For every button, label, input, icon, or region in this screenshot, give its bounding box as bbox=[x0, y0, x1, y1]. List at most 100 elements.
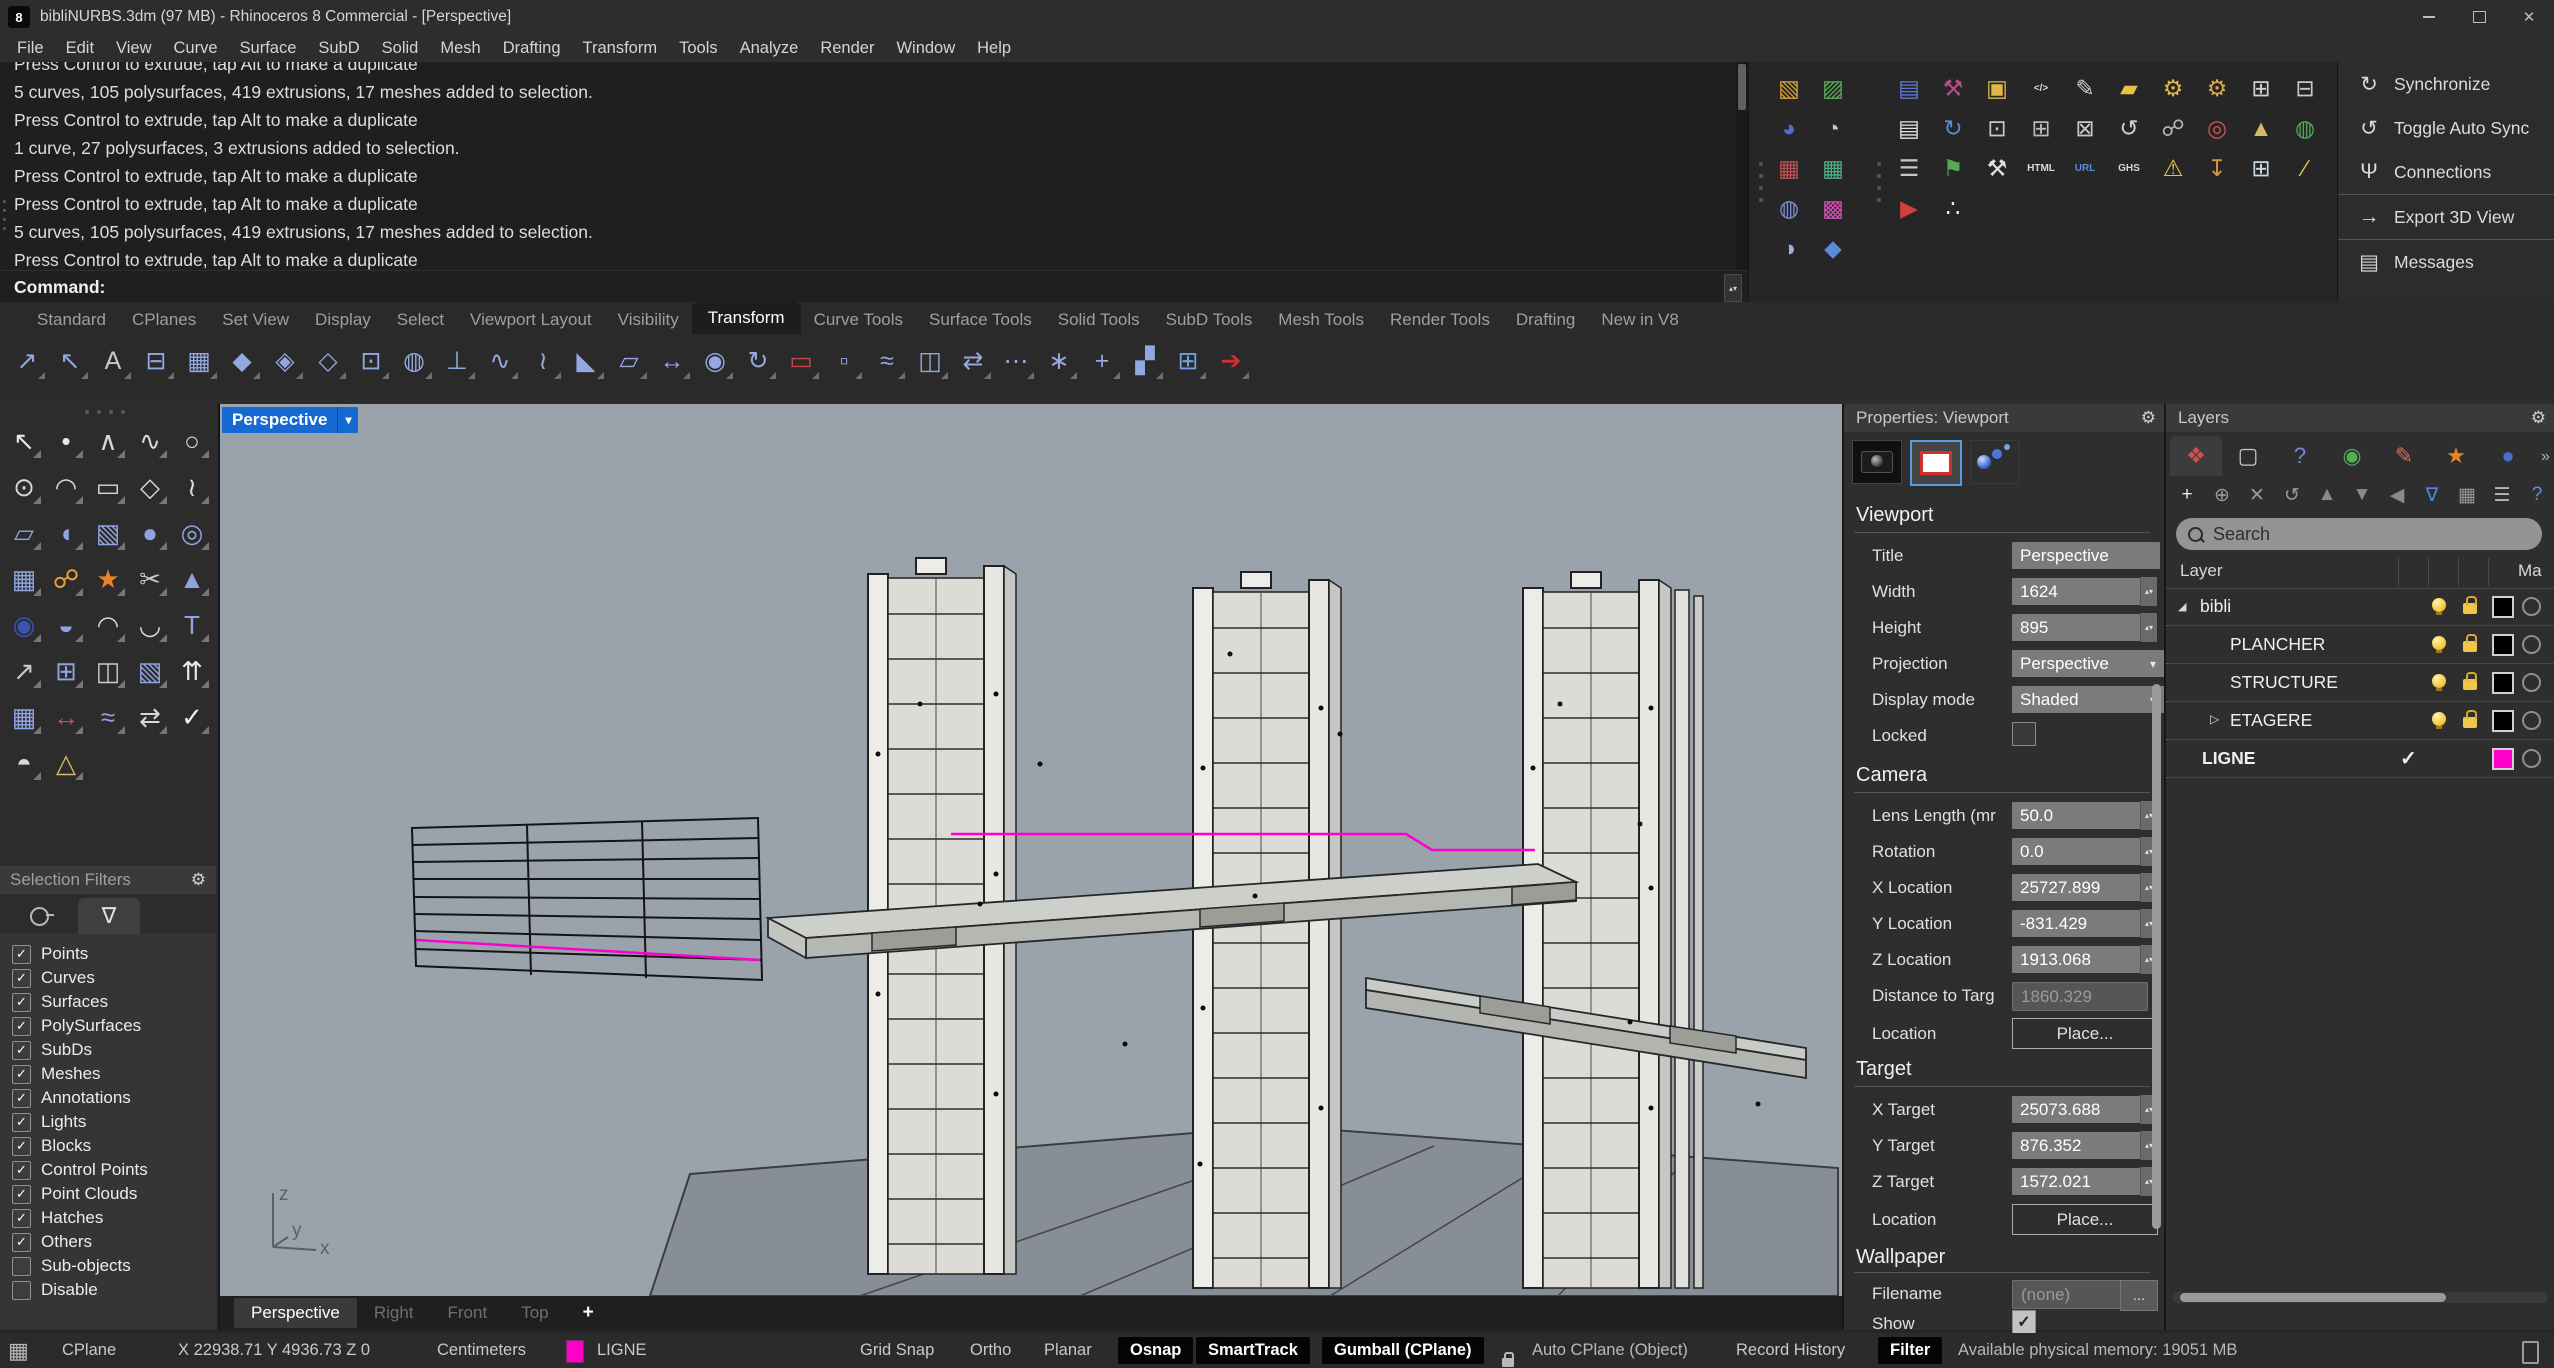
cam-y-field[interactable]: -831.429 bbox=[2012, 910, 2146, 937]
splop-icon[interactable]: ◉ bbox=[696, 342, 734, 380]
move-icon[interactable]: ↗ bbox=[8, 342, 46, 380]
checkbox[interactable] bbox=[12, 1065, 31, 1084]
crate-icon[interactable]: ⊞ bbox=[2023, 110, 2059, 146]
pyramid-point-icon[interactable]: ▲ bbox=[2243, 110, 2279, 146]
viewport-tab[interactable]: Perspective bbox=[234, 1298, 357, 1328]
xray-sphere-icon[interactable]: ◔ bbox=[1815, 110, 1851, 146]
gear-icon[interactable] bbox=[2531, 408, 2546, 428]
open-template-icon[interactable]: ▣ bbox=[1979, 70, 2015, 106]
sphere-icon[interactable]: ● bbox=[131, 514, 169, 552]
filter-row[interactable]: Blocks bbox=[0, 1134, 216, 1158]
cplane-selector[interactable]: CPlane bbox=[62, 1333, 116, 1368]
target-z-field[interactable]: 1572.021 bbox=[2012, 1168, 2146, 1195]
filter-row[interactable]: Control Points bbox=[0, 1158, 216, 1182]
move-left-icon[interactable]: ◀ bbox=[2382, 480, 2412, 510]
render-preview-icon[interactable]: ▦ bbox=[1771, 150, 1807, 186]
locked-checkbox[interactable] bbox=[2012, 722, 2036, 746]
point-icon[interactable]: • bbox=[47, 422, 85, 460]
checkbox[interactable] bbox=[12, 1257, 31, 1276]
color-wheel-tab-icon[interactable]: ◉ bbox=[2326, 436, 2378, 476]
box-icon[interactable]: ▧ bbox=[89, 514, 127, 552]
render-preview-2-icon[interactable]: ▦ bbox=[1815, 150, 1851, 186]
lock-icon[interactable] bbox=[2463, 717, 2477, 728]
new-sublayer-icon[interactable]: ⊕ bbox=[2207, 480, 2237, 510]
extrude-icon[interactable]: ⇈ bbox=[173, 652, 211, 690]
ribbon-tab[interactable]: Solid Tools bbox=[1045, 306, 1153, 334]
height-field[interactable]: 895 bbox=[2012, 614, 2146, 641]
text-document-icon[interactable]: ▤ bbox=[1891, 110, 1927, 146]
layer-row[interactable]: bibli bbox=[2166, 588, 2554, 626]
spray-points-icon[interactable]: ∴ bbox=[1935, 190, 1971, 226]
broom-icon[interactable]: ∕ bbox=[2287, 150, 2323, 186]
cam-x-field[interactable]: 25727.899 bbox=[2012, 874, 2146, 901]
display-tab-icon[interactable]: ▢ bbox=[2222, 436, 2274, 476]
sidebar-grip[interactable] bbox=[85, 410, 125, 414]
code-editor-icon[interactable]: </> bbox=[2023, 70, 2059, 106]
filter-row[interactable]: PolySurfaces bbox=[0, 1014, 216, 1038]
loft-icon[interactable]: ◖ bbox=[47, 514, 85, 552]
material-icon[interactable] bbox=[2522, 749, 2541, 768]
menu-item[interactable]: Window bbox=[885, 34, 966, 62]
command-grip[interactable] bbox=[3, 200, 7, 230]
checkbox[interactable] bbox=[12, 993, 31, 1012]
title-field[interactable]: Perspective bbox=[2012, 542, 2160, 569]
menu-item[interactable]: SubD bbox=[307, 34, 370, 62]
target-x-field[interactable]: 25073.688 bbox=[2012, 1096, 2146, 1123]
filter-row[interactable]: Meshes bbox=[0, 1062, 216, 1086]
align-icon[interactable]: ⊟ bbox=[137, 342, 175, 380]
layer-color-swatch[interactable] bbox=[2492, 634, 2514, 656]
checkbox[interactable] bbox=[12, 1185, 31, 1204]
layer-color-swatch[interactable] bbox=[2492, 710, 2514, 732]
search-input[interactable] bbox=[2211, 523, 2515, 546]
tab-gumball-filter[interactable] bbox=[8, 898, 70, 934]
material-icon[interactable] bbox=[2522, 597, 2541, 616]
menu-item[interactable]: Render bbox=[809, 34, 885, 62]
checkbox[interactable] bbox=[12, 1161, 31, 1180]
ribbon-tab[interactable]: Set View bbox=[209, 306, 302, 334]
viewport-tab[interactable]: Front bbox=[431, 1298, 505, 1328]
projection-dropdown[interactable]: Perspective bbox=[2012, 650, 2164, 677]
play-icon[interactable]: ▶ bbox=[1891, 190, 1927, 226]
polyline-icon[interactable]: ∧ bbox=[89, 422, 127, 460]
layer-filter-icon[interactable]: ∇ bbox=[2417, 480, 2447, 510]
sun-tab-icon[interactable]: ● bbox=[2482, 436, 2534, 476]
boolean-split-icon[interactable]: ◒ bbox=[47, 606, 85, 644]
scrollbar-thumb[interactable] bbox=[1738, 64, 1746, 110]
viewport-page-button[interactable] bbox=[1852, 440, 1902, 484]
display-mode-dropdown[interactable]: Shaded bbox=[2012, 686, 2164, 713]
material-brush-tab-icon[interactable]: ✎ bbox=[2378, 436, 2430, 476]
bend-icon[interactable]: ∿ bbox=[481, 342, 519, 380]
cleanup-bucket-icon[interactable]: ⚑ bbox=[1935, 150, 1971, 186]
layer-color-swatch[interactable] bbox=[2492, 596, 2514, 618]
shear-tool-icon[interactable]: ◫ bbox=[89, 652, 127, 690]
ribbon-tab[interactable]: Standard bbox=[24, 306, 119, 334]
delete-layer-icon[interactable]: ✕ bbox=[2242, 480, 2272, 510]
new-layer-icon[interactable]: + bbox=[2172, 480, 2202, 510]
checkbox[interactable] bbox=[12, 1017, 31, 1036]
minimize-button[interactable] bbox=[2404, 0, 2454, 34]
lock-icon[interactable] bbox=[2463, 603, 2477, 614]
checkbox[interactable] bbox=[12, 1113, 31, 1132]
rectangle-icon[interactable]: ▭ bbox=[89, 468, 127, 506]
help-notes-tab-icon[interactable]: ? bbox=[2274, 436, 2326, 476]
filter-row[interactable]: Others bbox=[0, 1230, 216, 1254]
checkbox[interactable] bbox=[12, 1089, 31, 1108]
filter-row[interactable]: SubDs bbox=[0, 1038, 216, 1062]
project-icon[interactable]: ⊥ bbox=[438, 342, 476, 380]
explode-icon[interactable]: ★ bbox=[89, 560, 127, 598]
options-gears-icon[interactable]: ⚙ bbox=[2155, 70, 2191, 106]
viewport-canvas[interactable]: z y x bbox=[220, 404, 1842, 1296]
puzzle-icon[interactable]: ☍ bbox=[2155, 110, 2191, 146]
surface-points-icon[interactable]: ▱ bbox=[5, 514, 43, 552]
menu-item[interactable]: Surface bbox=[229, 34, 308, 62]
viewport-title-tab[interactable]: Perspective bbox=[222, 407, 358, 433]
shaded-sphere-icon[interactable]: ◕ bbox=[1771, 110, 1807, 146]
duplicate-icon[interactable]: ⊡ bbox=[1979, 110, 2015, 146]
grid-snap-toggle[interactable]: Grid Snap bbox=[860, 1333, 934, 1368]
palette-grip[interactable] bbox=[1759, 162, 1764, 202]
lock-icon[interactable] bbox=[2463, 679, 2477, 690]
rotate-3d-icon[interactable]: ◆ bbox=[223, 342, 261, 380]
remap-icon[interactable]: ▞ bbox=[1126, 342, 1164, 380]
match-layer-icon[interactable]: ↺ bbox=[2277, 480, 2307, 510]
color-grid-icon[interactable]: ▩ bbox=[1815, 190, 1851, 226]
